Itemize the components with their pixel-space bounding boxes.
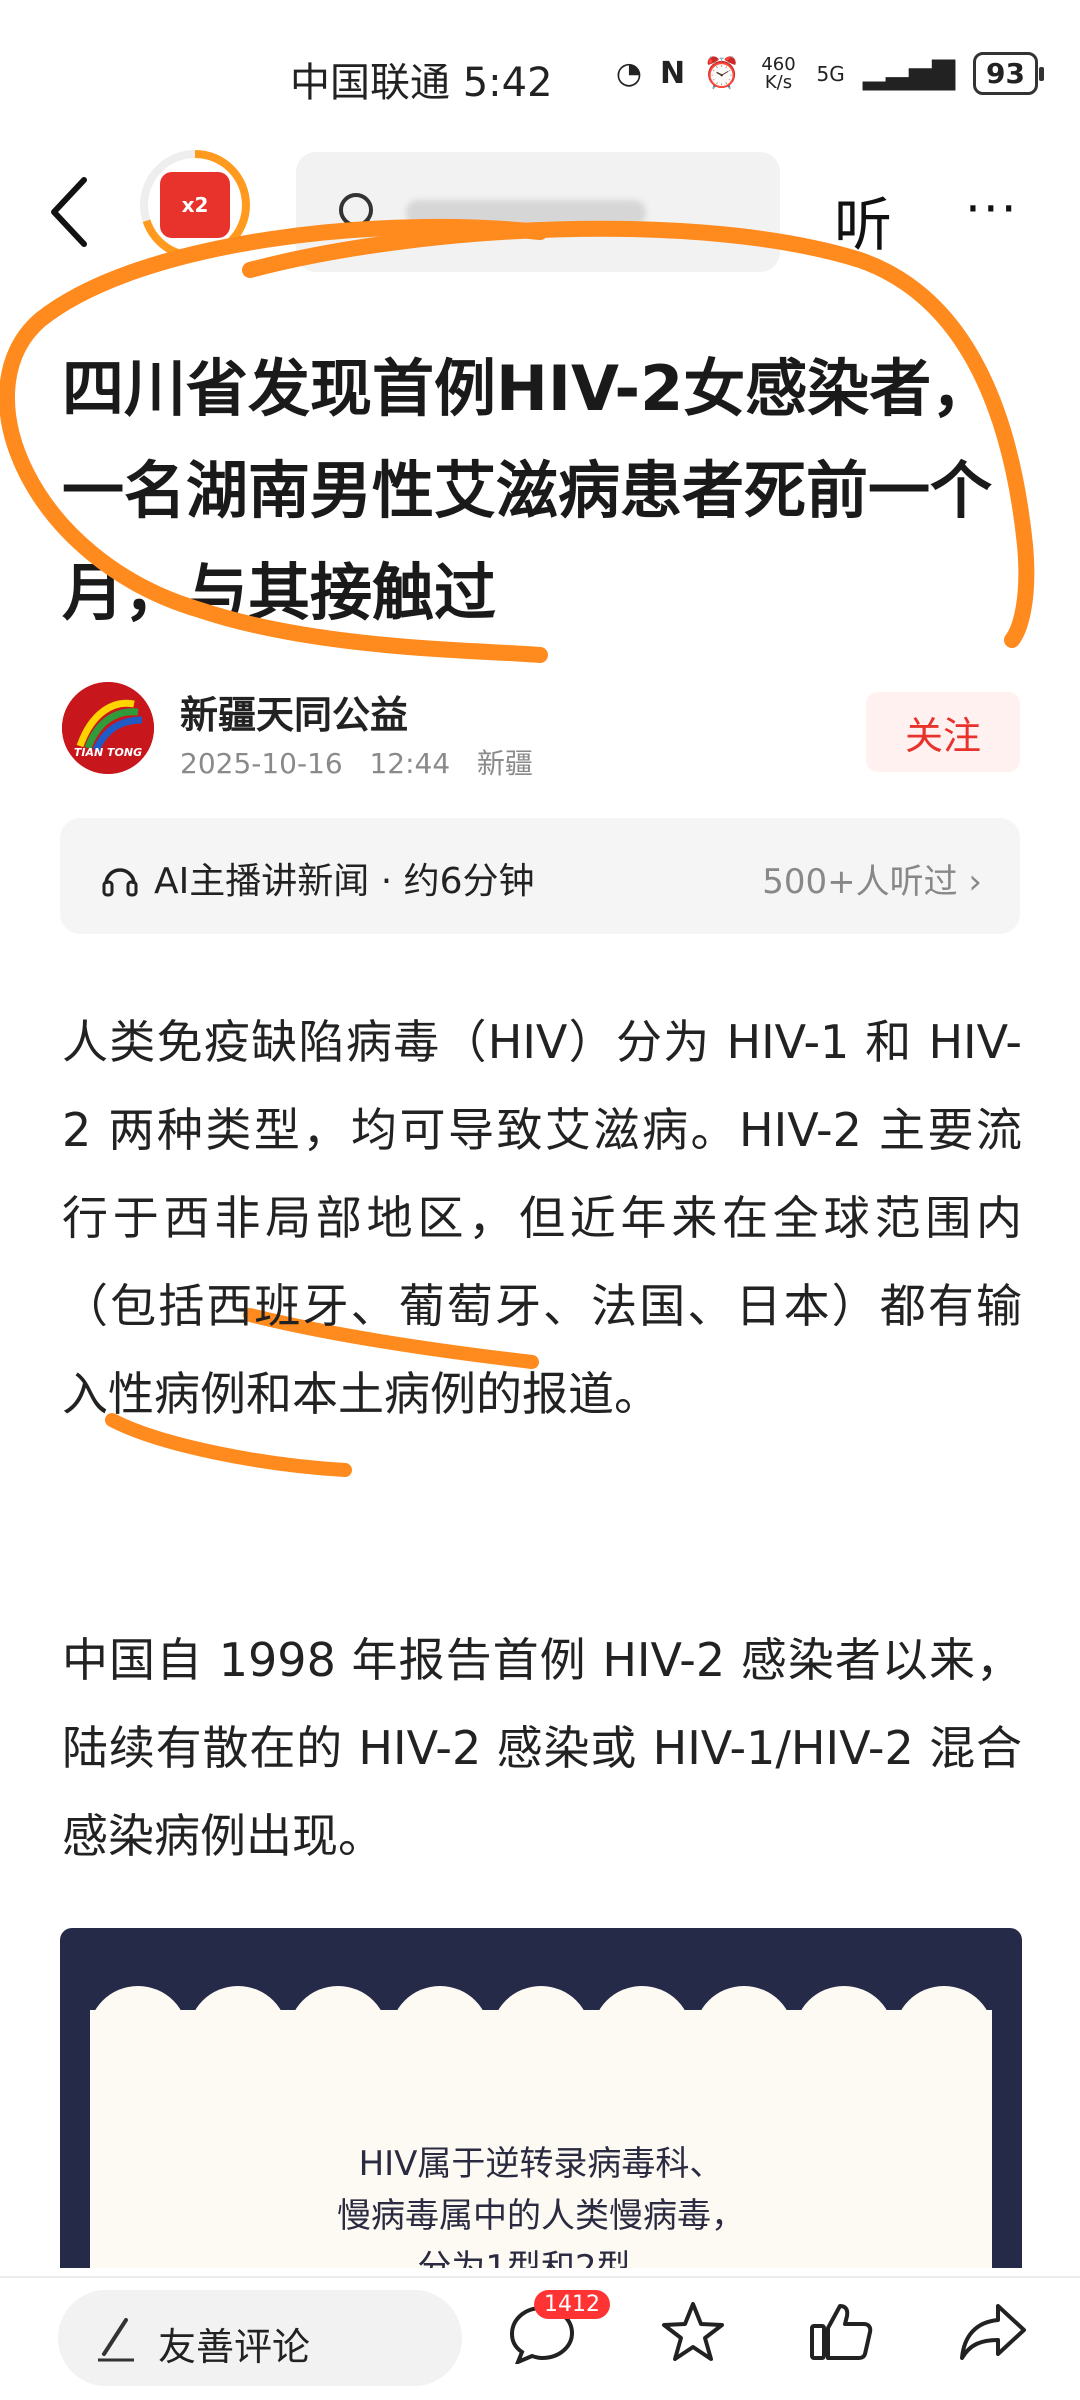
back-button[interactable]: [46, 172, 96, 252]
search-input[interactable]: [296, 152, 780, 272]
red-packet-icon: x2: [160, 172, 230, 238]
nfc-icon: N: [660, 56, 686, 91]
listener-count: 500+人听过 ›: [762, 862, 982, 902]
infographic-text: HIV属于逆转录病毒科、 慢病毒属中的人类慢病毒， 分为1型和2型。: [60, 2138, 1022, 2268]
follow-button[interactable]: 关注: [866, 692, 1020, 772]
network-type: 5G: [816, 61, 845, 86]
more-button[interactable]: ···: [965, 180, 1019, 238]
publish-time: 12:44: [369, 747, 451, 780]
star-icon: [662, 2302, 724, 2361]
article-infographic[interactable]: HIV属于逆转录病毒科、 慢病毒属中的人类慢病毒， 分为1型和2型。: [60, 1928, 1022, 2268]
comment-input[interactable]: 友善评论: [58, 2290, 462, 2386]
article-paragraph-2: 中国自 1998 年报告首例 HIV-2 感染者以来，陆续有散在的 HIV-2 …: [62, 1633, 1022, 1863]
alarm-icon: ⏰: [703, 56, 741, 91]
publish-date: 2025-10-16: [180, 747, 343, 780]
signal-icon: ▂▃▅▇: [862, 56, 956, 91]
speedometer-icon: ◔: [615, 56, 643, 91]
search-placeholder-blurred: [406, 200, 646, 226]
comments-button[interactable]: 1412: [508, 2290, 610, 2368]
publish-location: 新疆: [476, 747, 533, 780]
reward-badge[interactable]: x2: [140, 150, 250, 260]
comment-placeholder: 友善评论: [158, 2325, 311, 2369]
infographic-line: 慢病毒属中的人类慢病毒，: [337, 2196, 745, 2236]
article-meta: 2025-10-16 12:44 新疆: [180, 742, 533, 782]
article-paragraph-1: 人类免疫缺陷病毒（HIV）分为 HIV-1 和 HIV-2 两种类型，均可导致艾…: [62, 1015, 1022, 1421]
author-name[interactable]: 新疆天同公益: [180, 684, 408, 739]
status-icons: ◔ N ⏰ 460 K/s 5G ▂▃▅▇ 93: [615, 52, 1044, 95]
article-title: 四川省发现首例HIV-2女感染者， 一名湖南男性艾滋病患者死前一个月，与其接触过: [62, 352, 994, 629]
back-arrow-icon: [51, 177, 87, 247]
avatar-text: TIAN TONG: [73, 746, 143, 759]
share-button[interactable]: [958, 2300, 1028, 2368]
toolbar-divider: [0, 2276, 1080, 2278]
infographic-line: 分为1型和2型。: [417, 2248, 665, 2268]
pen-icon: [98, 2318, 134, 2362]
infographic-line: HIV属于逆转录病毒科、: [358, 2144, 724, 2184]
favorite-button[interactable]: [660, 2300, 726, 2368]
infographic-scallop: [90, 1986, 992, 2056]
listen-button[interactable]: 听: [834, 178, 892, 262]
author-avatar[interactable]: TIAN TONG: [62, 682, 154, 774]
network-speed: 460 K/s: [761, 53, 796, 93]
thumbs-up-icon: [810, 2304, 873, 2360]
comment-count-badge: 1412: [534, 2290, 610, 2319]
ai-news-label: AI主播讲新闻 · 约6分钟: [154, 861, 535, 902]
ai-news-audio-bar[interactable]: AI主播讲新闻 · 约6分钟 500+人听过 ›: [60, 818, 1020, 934]
share-arrow-icon: [960, 2304, 1026, 2360]
battery-level: 93: [973, 52, 1044, 95]
search-icon: [339, 193, 380, 234]
status-time: 中国联通 5:42: [290, 60, 553, 106]
like-button[interactable]: [808, 2300, 874, 2368]
headphones-icon: [102, 868, 138, 897]
